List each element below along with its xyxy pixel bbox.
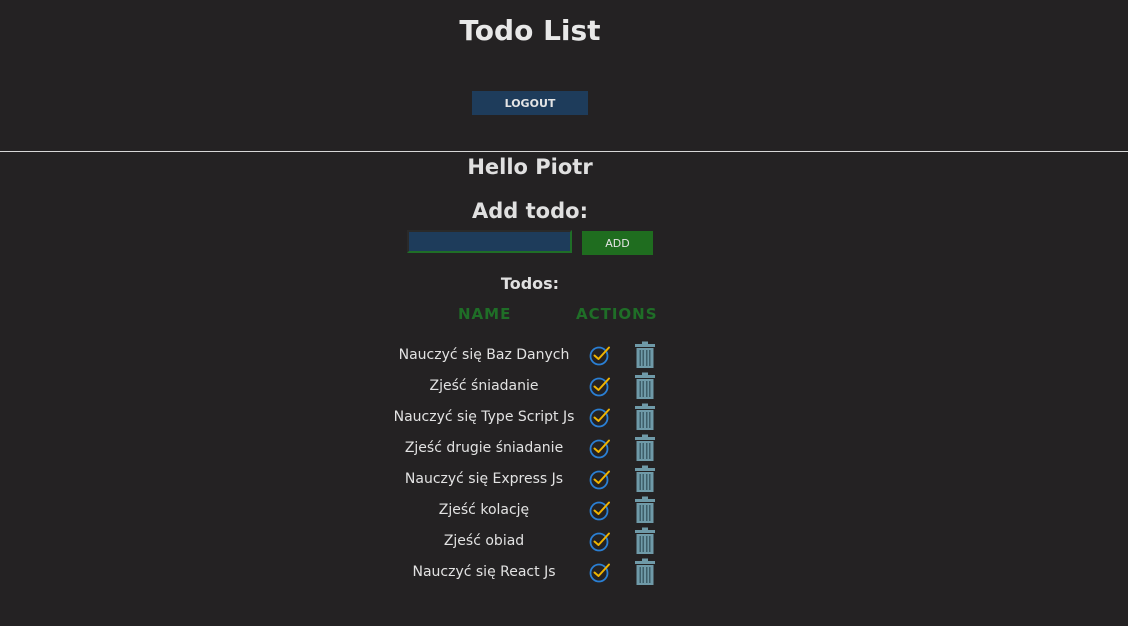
todos-heading: Todos:: [500, 274, 560, 293]
todo-name: Nauczyć się React Js: [412, 564, 556, 580]
todo-row: Nauczyć się Baz Danych: [0, 341, 1128, 372]
todo-name: Nauczyć się Type Script Js: [393, 409, 575, 425]
divider: [0, 151, 1128, 152]
check-circle-icon[interactable]: [588, 529, 612, 553]
todo-list: Nauczyć się Baz Danych Zjeść śniadanie N…: [0, 341, 1128, 589]
trash-icon[interactable]: [634, 558, 656, 586]
check-circle-icon[interactable]: [588, 343, 612, 367]
add-button[interactable]: ADD: [582, 231, 653, 255]
trash-icon[interactable]: [634, 403, 656, 431]
todo-name: Zjeść obiad: [443, 533, 525, 549]
column-header-actions: ACTIONS: [576, 305, 658, 323]
trash-icon[interactable]: [634, 527, 656, 555]
header: Todo List LOGOUT: [0, 0, 1128, 151]
trash-icon[interactable]: [634, 372, 656, 400]
check-circle-icon[interactable]: [588, 436, 612, 460]
todo-name: Zjeść kolację: [438, 502, 530, 518]
add-todo-heading: Add todo:: [472, 199, 588, 223]
todo-name: Zjeść śniadanie: [429, 378, 539, 394]
todo-name: Zjeść drugie śniadanie: [404, 440, 564, 456]
todo-row: Zjeść drugie śniadanie: [0, 434, 1128, 465]
todo-row: Zjeść kolację: [0, 496, 1128, 527]
todo-row: Zjeść obiad: [0, 527, 1128, 558]
check-circle-icon[interactable]: [588, 374, 612, 398]
trash-icon[interactable]: [634, 465, 656, 493]
check-circle-icon[interactable]: [588, 405, 612, 429]
check-circle-icon[interactable]: [588, 560, 612, 584]
trash-icon[interactable]: [634, 496, 656, 524]
app-title: Todo List: [459, 14, 601, 47]
trash-icon[interactable]: [634, 434, 656, 462]
todo-name: Nauczyć się Express Js: [404, 471, 564, 487]
column-header-name: NAME: [458, 305, 512, 323]
todo-row: Nauczyć się React Js: [0, 558, 1128, 589]
todo-row: Nauczyć się Express Js: [0, 465, 1128, 496]
greeting: Hello Piotr: [467, 155, 593, 179]
logout-button[interactable]: LOGOUT: [472, 91, 588, 115]
check-circle-icon[interactable]: [588, 498, 612, 522]
todo-row: Zjeść śniadanie: [0, 372, 1128, 403]
todo-row: Nauczyć się Type Script Js: [0, 403, 1128, 434]
todo-input[interactable]: [407, 230, 572, 253]
trash-icon[interactable]: [634, 341, 656, 369]
check-circle-icon[interactable]: [588, 467, 612, 491]
todo-name: Nauczyć się Baz Danych: [398, 347, 570, 363]
